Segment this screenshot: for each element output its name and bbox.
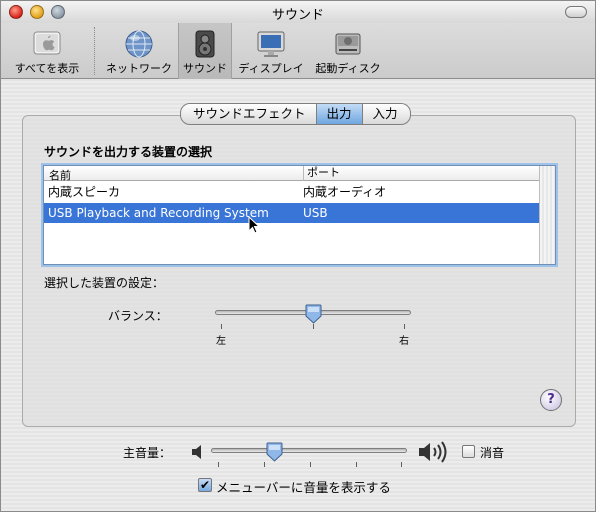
volume-tick	[218, 462, 219, 467]
column-header-name[interactable]: 名前	[49, 167, 71, 183]
device-settings-label: 選択した装置の設定：	[44, 276, 165, 290]
output-device-table: 名前 ポート 内蔵スピーカ 内蔵オーディオ USB Playback and R…	[43, 165, 556, 265]
master-volume-label: 主音量：	[123, 446, 172, 460]
toolbar-toggle-button[interactable]	[565, 6, 587, 18]
toolbar-item-sound[interactable]: サウンド	[178, 23, 232, 79]
table-row-selected[interactable]: USB Playback and Recording System USB	[44, 203, 539, 223]
show-all-icon	[33, 31, 61, 55]
volume-high-icon	[419, 441, 447, 463]
column-header-port[interactable]: ポート	[303, 166, 340, 181]
speaker-icon	[195, 30, 215, 58]
toolbar: すべてを表示 ネットワーク サウンド ディスプレイ 起動ディスク	[1, 23, 595, 79]
mute-checkbox[interactable]	[462, 445, 475, 458]
toolbar-label-show-all: すべてを表示	[14, 62, 80, 75]
toolbar-label-display: ディスプレイ	[238, 62, 304, 75]
tab-bar: サウンドエフェクト 出力 入力	[180, 103, 411, 125]
balance-tick-left	[221, 324, 222, 329]
volume-tick	[401, 462, 402, 467]
help-button[interactable]: ?	[540, 389, 562, 411]
device-name: USB Playback and Recording System	[48, 206, 269, 220]
tab-output[interactable]: 出力	[316, 103, 363, 125]
volume-tick	[356, 462, 357, 467]
table-scrollbar[interactable]	[539, 166, 555, 264]
balance-tick-right	[404, 324, 405, 329]
volume-tick	[310, 462, 311, 467]
mute-label: 消音	[480, 446, 505, 460]
balance-left-label: 左	[216, 336, 226, 347]
volume-low-icon	[192, 445, 201, 459]
tab-input[interactable]: 入力	[362, 103, 411, 125]
network-icon	[125, 30, 153, 58]
title-bar: サウンド	[1, 1, 595, 23]
device-name: 内蔵スピーカ	[48, 185, 121, 199]
toolbar-label-sound: サウンド	[183, 62, 227, 75]
toolbar-item-network[interactable]: ネットワーク	[102, 23, 176, 79]
startup-disk-icon	[335, 33, 361, 55]
toolbar-separator	[94, 27, 95, 75]
toolbar-item-show-all[interactable]: すべてを表示	[5, 23, 89, 79]
volume-tick	[264, 462, 265, 467]
show-volume-in-menubar-checkbox[interactable]: ✔	[198, 478, 212, 492]
master-volume-thumb[interactable]	[266, 442, 283, 462]
display-icon	[257, 31, 285, 57]
show-volume-in-menubar-label: メニューバーに音量を表示する	[216, 480, 391, 495]
table-row[interactable]: 内蔵スピーカ 内蔵オーディオ	[44, 182, 539, 202]
device-port: 内蔵オーディオ	[303, 185, 387, 199]
window-title: サウンド	[271, 8, 324, 23]
master-volume-track[interactable]	[211, 448, 407, 453]
balance-right-label: 右	[399, 336, 409, 347]
output-panel	[22, 115, 576, 427]
toolbar-label-startup-disk: 起動ディスク	[315, 62, 381, 75]
balance-slider-thumb[interactable]	[305, 304, 322, 324]
toolbar-label-network: ネットワーク	[106, 62, 172, 75]
balance-label: バランス：	[108, 309, 168, 323]
tab-sound-effects[interactable]: サウンドエフェクト	[180, 103, 317, 125]
sound-preferences-window: サウンド すべてを表示 ネットワーク サウンド ディスプレイ 起動ディスク サウ…	[0, 0, 596, 512]
balance-tick-center	[313, 324, 314, 329]
mouse-cursor-icon	[248, 216, 260, 234]
toolbar-item-display[interactable]: ディスプレイ	[234, 23, 308, 79]
output-device-heading: サウンドを出力する装置の選択	[44, 145, 213, 159]
table-header: 名前 ポート	[44, 166, 539, 183]
device-port: USB	[303, 206, 328, 220]
toolbar-item-startup-disk[interactable]: 起動ディスク	[310, 23, 386, 79]
